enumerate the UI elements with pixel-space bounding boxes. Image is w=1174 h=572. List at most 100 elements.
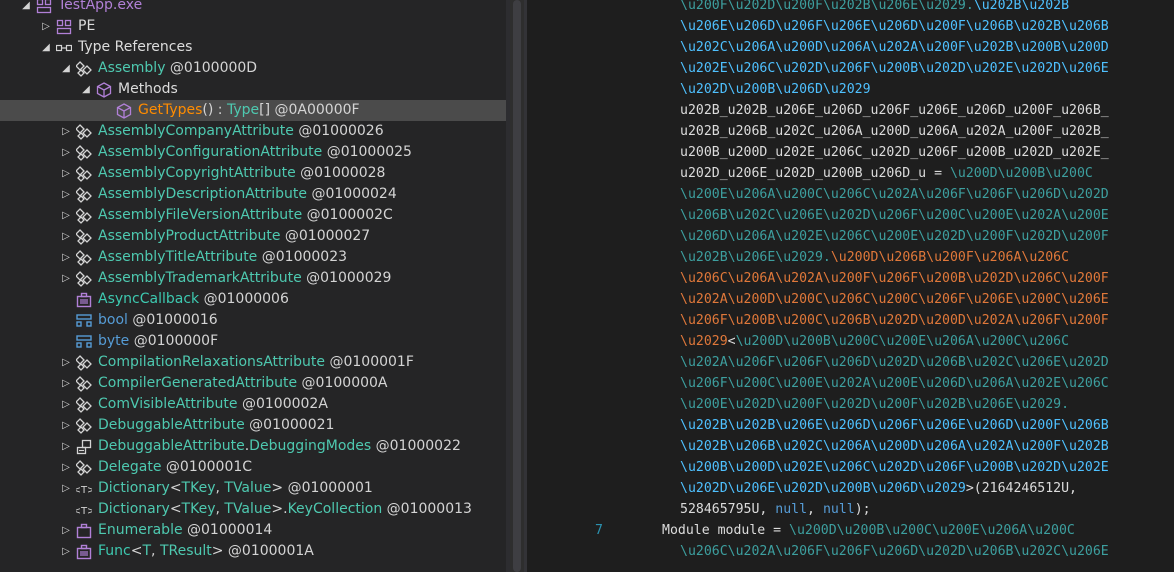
code-line[interactable]: \u206C\u206A\u202A\u200F\u206F\u200B\u20…	[527, 268, 1174, 289]
tree-node[interactable]: ▷ AssemblyTrademarkAttribute @01000029	[0, 268, 506, 289]
code-line[interactable]: \u202C\u206A\u200D\u206A\u202A\u200F\u20…	[527, 37, 1174, 58]
code-text: \u202C\u206A\u200D\u206A\u202A\u200F\u20…	[680, 37, 1109, 58]
expand-arrow-icon[interactable]: ▷	[60, 436, 72, 457]
tree-node[interactable]: ▷ DebuggableAttribute @01000021	[0, 415, 506, 436]
expand-arrow-icon[interactable]: ▷	[60, 415, 72, 436]
expand-arrow-icon[interactable]: ▷	[60, 541, 72, 562]
generic-type-icon: <T>	[73, 481, 96, 497]
collapse-arrow-icon[interactable]: ◢	[80, 79, 92, 100]
tree-node[interactable]: ▷ AssemblyFileVersionAttribute @0100002C	[0, 205, 506, 226]
code-text: \u202A\u200D\u200C\u206C\u200C\u206F\u20…	[680, 289, 1109, 310]
tree-node-text: Dictionary	[98, 480, 170, 496]
class-icon	[75, 355, 92, 371]
tree-node[interactable]: ▷ AssemblyConfigurationAttribute @0100002…	[0, 142, 506, 163]
tree-node[interactable]: ▷ AssemblyTitleAttribute @01000023	[0, 247, 506, 268]
code-line[interactable]: \u206B\u202C\u206E\u202D\u206F\u200C\u20…	[527, 205, 1174, 226]
code-line[interactable]: \u202D\u206E\u202D\u200B\u206D\u2029>(21…	[527, 478, 1174, 499]
expand-arrow-icon[interactable]: ▷	[60, 394, 72, 415]
tree-node-text: KeyCollection	[287, 501, 383, 517]
tree-node-text: CompilerGeneratedAttribute	[98, 375, 298, 391]
code-line[interactable]: 528465795U, null, null);	[527, 499, 1174, 520]
tree-node[interactable]: GetTypes() : Type[] @0A00000F	[0, 100, 506, 121]
class-icon	[75, 418, 92, 434]
expand-arrow-icon[interactable]: ▷	[60, 226, 72, 247]
code-line[interactable]: \u202A\u200D\u200C\u206C\u200C\u206F\u20…	[527, 289, 1174, 310]
expand-arrow-icon[interactable]: ▷	[60, 352, 72, 373]
expand-arrow-icon[interactable]: ▷	[60, 163, 72, 184]
tree-node[interactable]: ▷ AssemblyProductAttribute @01000027	[0, 226, 506, 247]
collapse-arrow-icon[interactable]: ◢	[40, 37, 52, 58]
code-line[interactable]: u202B_u206B_u202C_u206A_u200D_u206A_u202…	[527, 121, 1174, 142]
code-line[interactable]: \u206F\u200C\u200E\u202A\u200E\u206D\u20…	[527, 373, 1174, 394]
code-line[interactable]: \u200F\u202D\u200F\u202B\u206E\u2029.\u2…	[527, 0, 1174, 16]
expand-arrow-icon[interactable]: ▷	[60, 205, 72, 226]
tree-node-label: AssemblyCompanyAttribute @01000026	[98, 121, 384, 142]
tree-node[interactable]: ▷ CompilationRelaxationsAttribute @010000…	[0, 352, 506, 373]
tree-node[interactable]: ◢ TestApp.exe	[0, 0, 506, 16]
expand-arrow-icon[interactable]: ▷	[60, 247, 72, 268]
tree-node[interactable]: ▷ Func<T, TResult> @0100001A	[0, 541, 506, 562]
code-token: \u206F\u200C\u200E\u202A\u200E\u206D\u20…	[680, 376, 1109, 391]
code-line[interactable]: \u206D\u206A\u202E\u206C\u200E\u202D\u20…	[527, 226, 1174, 247]
tree-node[interactable]: ◢ Type References	[0, 37, 506, 58]
tree-node[interactable]: byte @0100000F	[0, 331, 506, 352]
collapse-arrow-icon[interactable]: ◢	[60, 58, 72, 79]
expand-arrow-icon[interactable]: ▷	[60, 373, 72, 394]
code-line[interactable]: \u202B\u202B\u206E\u206D\u206F\u206E\u20…	[527, 415, 1174, 436]
tree-node-text: @01000014	[182, 522, 273, 538]
tree-node[interactable]: ▷ CompilerGeneratedAttribute @0100000A	[0, 373, 506, 394]
code-line[interactable]: u202B_u202B_u206E_u206D_u206F_u206E_u206…	[527, 100, 1174, 121]
code-line[interactable]: u202D_u206E_u202D_u200B_u206D_u = \u200D…	[527, 163, 1174, 184]
collapse-arrow-icon[interactable]: ◢	[20, 0, 32, 16]
tree-node[interactable]: ▷ AssemblyCopyrightAttribute @01000028	[0, 163, 506, 184]
expand-arrow-icon[interactable]: ▷	[60, 457, 72, 478]
tree-node[interactable]: ▷ Enumerable @01000014	[0, 520, 506, 541]
expand-arrow-icon[interactable]: ▷	[60, 184, 72, 205]
code-token: \u206E\u206D\u206F\u206E\u206D\u200F\u20…	[680, 19, 1109, 34]
expand-arrow-icon[interactable]: ▷	[40, 16, 52, 37]
code-text: \u206D\u206A\u202E\u206C\u200E\u202D\u20…	[680, 226, 1109, 247]
expand-arrow-icon[interactable]: ▷	[60, 520, 72, 541]
code-line[interactable]: 7 Module module = \u200D\u200B\u200C\u200…	[527, 520, 1174, 541]
tree-scrollbar-thumb[interactable]	[513, 0, 521, 572]
code-line[interactable]: \u202B\u206E\u2029.\u200D\u206B\u200F\u2…	[527, 247, 1174, 268]
tree-node-label: Delegate @0100001C	[98, 457, 252, 478]
tree-node[interactable]: ▷ PE	[0, 16, 506, 37]
code-line[interactable]: \u202D\u200B\u206D\u2029	[527, 79, 1174, 100]
code-text: \u202E\u206C\u202D\u206F\u200B\u202D\u20…	[680, 58, 1109, 79]
expand-arrow-icon[interactable]: ▷	[60, 478, 72, 499]
decompiled-code-editor[interactable]: \u200F\u202D\u200F\u202B\u206E\u2029.\u2…	[527, 0, 1174, 572]
code-line[interactable]: \u206E\u206D\u206F\u206E\u206D\u200F\u20…	[527, 16, 1174, 37]
tree-node[interactable]: ▷ AssemblyCompanyAttribute @01000026	[0, 121, 506, 142]
code-line[interactable]: \u200E\u202D\u200F\u202D\u200F\u202B\u20…	[527, 394, 1174, 415]
expand-arrow-icon[interactable]: ▷	[60, 142, 72, 163]
tree-node[interactable]: AsyncCallback @01000006	[0, 289, 506, 310]
tree-node[interactable]: ▷ Delegate @0100001C	[0, 457, 506, 478]
tree-node[interactable]: <T> Dictionary<TKey, TValue>.KeyCollectio…	[0, 499, 506, 520]
code-line[interactable]: \u202E\u206C\u202D\u206F\u200B\u202D\u20…	[527, 58, 1174, 79]
tree-node[interactable]: ▷ AssemblyDescriptionAttribute @01000024	[0, 184, 506, 205]
class-icon	[75, 61, 92, 77]
tree-node[interactable]: ◢ Assembly @0100000D	[0, 58, 506, 79]
code-line[interactable]: u200B_u200D_u202E_u206C_u202D_u206F_u200…	[527, 142, 1174, 163]
assembly-explorer-tree[interactable]: ◢ TestApp.exe ▷ PE ◢ Type References ◢ Assembly…	[0, 0, 506, 572]
code-text: \u206E\u206D\u206F\u206E\u206D\u200F\u20…	[680, 16, 1109, 37]
expand-arrow-icon[interactable]: ▷	[60, 268, 72, 289]
expand-arrow-icon[interactable]: ▷	[60, 121, 72, 142]
code-line[interactable]: \u206F\u200B\u200C\u206B\u202D\u200D\u20…	[527, 310, 1174, 331]
tree-node-text: <	[169, 480, 182, 496]
enum-icon	[76, 439, 92, 455]
tree-node[interactable]: ▷ DebuggableAttribute.DebuggingModes @010…	[0, 436, 506, 457]
code-line[interactable]: \u202A\u206F\u206F\u206D\u202D\u206B\u20…	[527, 352, 1174, 373]
code-line[interactable]: \u2029<\u200D\u200B\u200C\u200E\u206A\u2…	[527, 331, 1174, 352]
tree-node-text: @0100000A	[297, 375, 388, 391]
code-line[interactable]: \u200E\u206A\u200C\u206C\u202A\u206F\u20…	[527, 184, 1174, 205]
code-line[interactable]: \u202B\u206B\u202C\u206A\u200D\u206A\u20…	[527, 436, 1174, 457]
tree-node[interactable]: ◢ Methods	[0, 79, 506, 100]
code-line[interactable]: \u206C\u202A\u206F\u206F\u206D\u202D\u20…	[527, 541, 1174, 562]
tree-node[interactable]: bool @01000016	[0, 310, 506, 331]
tree-node[interactable]: ▷ <T> Dictionary<TKey, TValue> @01000001	[0, 478, 506, 499]
code-text: \u206F\u200C\u200E\u202A\u200E\u206D\u20…	[680, 373, 1109, 394]
tree-node[interactable]: ▷ ComVisibleAttribute @0100002A	[0, 394, 506, 415]
code-line[interactable]: \u200B\u200D\u202E\u206C\u202D\u206F\u20…	[527, 457, 1174, 478]
